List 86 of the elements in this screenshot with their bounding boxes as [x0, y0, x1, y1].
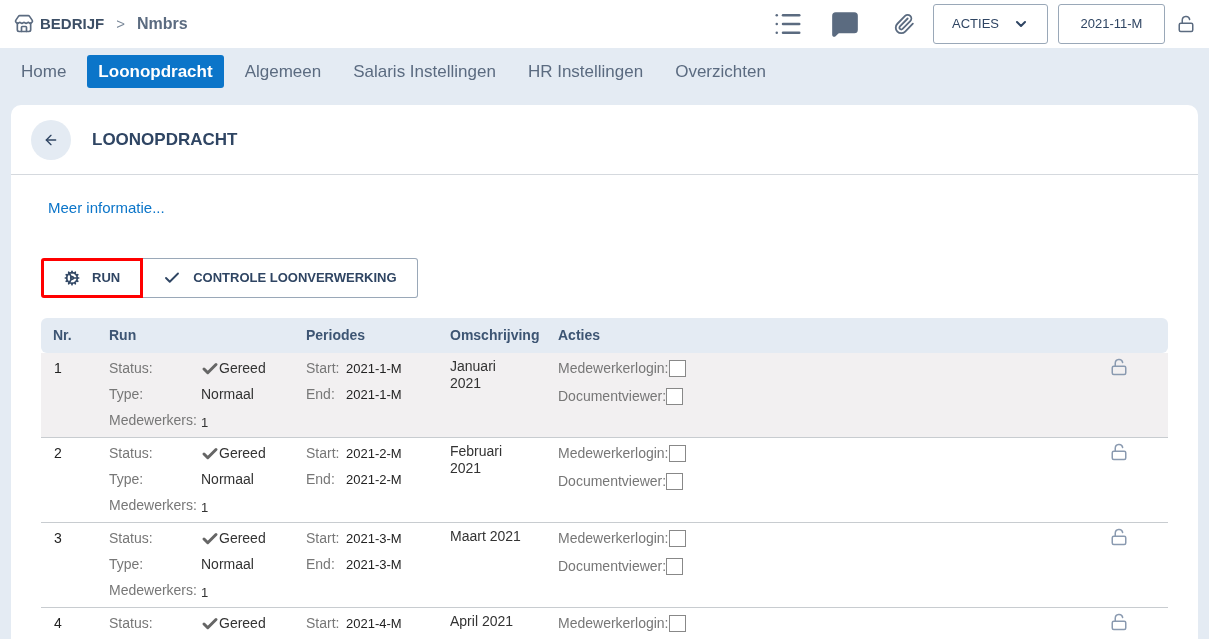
- card-title: LOONOPDRACHT: [92, 128, 238, 151]
- start-label: Start:: [306, 614, 341, 633]
- status-value: Gereed: [219, 444, 266, 463]
- type-label: Type:: [109, 385, 145, 404]
- back-button[interactable]: [31, 119, 71, 160]
- description: Maart 2021: [450, 528, 522, 546]
- checkbox[interactable]: [666, 473, 684, 490]
- checkbox[interactable]: [666, 558, 684, 575]
- status-value: Gereed: [219, 614, 266, 633]
- employees-label: Medewerkers:: [109, 581, 198, 600]
- row-number: 3: [53, 529, 63, 548]
- end-value: 2021-3-M: [346, 556, 403, 574]
- status-label: Status:: [109, 614, 154, 633]
- column-header: Omschrijving: [450, 326, 541, 345]
- row-number: 4: [53, 614, 63, 633]
- end-label: End:: [306, 555, 336, 574]
- start-value: 2021-2-M: [346, 445, 403, 463]
- status-value: Gereed: [219, 359, 266, 378]
- end-value: 2021-1-M: [346, 386, 403, 404]
- lock-icon[interactable]: [1110, 528, 1128, 546]
- status-label: Status:: [109, 529, 154, 548]
- row-number: 1: [53, 359, 63, 378]
- checkbox[interactable]: [668, 530, 686, 547]
- nav-tab[interactable]: Loonopdracht: [87, 54, 224, 89]
- lock-icon[interactable]: [1110, 358, 1128, 376]
- column-header: Periodes: [306, 326, 367, 345]
- period-button[interactable]: 2021-11-M: [1058, 4, 1165, 44]
- nav-tab[interactable]: HR Instellingen: [516, 54, 655, 89]
- type-value: Normaal: [201, 470, 255, 489]
- checkbox[interactable]: [666, 388, 684, 405]
- type-label: Type:: [109, 555, 145, 574]
- start-value: 2021-4-M: [346, 615, 403, 633]
- start-label: Start:: [306, 529, 341, 548]
- check-button[interactable]: CONTROLE LOONVERWERKING: [143, 258, 418, 298]
- nav-tab[interactable]: Overzichten: [664, 54, 777, 89]
- employees-value: 1: [201, 584, 210, 602]
- start-label: Start:: [306, 444, 341, 463]
- nav-tab[interactable]: Salaris Instellingen: [342, 54, 507, 89]
- viewer-label: Documentviewer:: [558, 557, 667, 576]
- viewer-label: Documentviewer:: [558, 387, 667, 406]
- company-name[interactable]: BEDRIJF: [40, 12, 105, 36]
- login-label: Medewerkerlogin:: [558, 359, 669, 378]
- column-header: Run: [109, 326, 138, 345]
- column-header: Nr.: [52, 326, 73, 345]
- lock-icon[interactable]: [1110, 613, 1128, 631]
- run-button[interactable]: RUN: [41, 258, 144, 298]
- status-label: Status:: [109, 359, 154, 378]
- login-label: Medewerkerlogin:: [558, 444, 669, 463]
- end-value: 2021-2-M: [346, 471, 403, 489]
- lock-icon[interactable]: [1110, 443, 1128, 461]
- row-number: 2: [53, 444, 63, 463]
- login-label: Medewerkerlogin:: [558, 614, 669, 633]
- status-label: Status:: [109, 444, 154, 463]
- column-header: Acties: [558, 326, 601, 345]
- actions-button[interactable]: ACTIES: [933, 4, 1048, 44]
- type-label: Type:: [109, 470, 145, 489]
- employees-value: 1: [201, 414, 210, 432]
- start-value: 2021-3-M: [346, 530, 403, 548]
- store-icon: [14, 14, 34, 34]
- end-label: End:: [306, 470, 336, 489]
- description: April 2021: [450, 613, 515, 631]
- start-value: 2021-1-M: [346, 360, 403, 378]
- employees-value: 1: [201, 499, 210, 517]
- employees-label: Medewerkers:: [109, 411, 198, 430]
- description: Februari 2021: [450, 443, 504, 478]
- nav-tab[interactable]: Algemeen: [233, 54, 333, 89]
- breadcrumb-separator: >: [116, 13, 125, 34]
- status-value: Gereed: [219, 529, 266, 548]
- viewer-label: Documentviewer:: [558, 472, 667, 491]
- checkbox[interactable]: [668, 360, 686, 377]
- checkbox[interactable]: [668, 445, 686, 462]
- type-value: Normaal: [201, 555, 255, 574]
- type-value: Normaal: [201, 385, 255, 404]
- checkbox[interactable]: [668, 615, 686, 632]
- info-link[interactable]: Meer informatie...: [48, 199, 165, 216]
- login-label: Medewerkerlogin:: [558, 529, 669, 548]
- nav-tab[interactable]: Home: [10, 54, 78, 89]
- end-label: End:: [306, 385, 336, 404]
- paperclip-icon[interactable]: [893, 13, 915, 35]
- comment-icon[interactable]: [831, 10, 859, 38]
- page-name: Nmbrs: [136, 14, 188, 34]
- description: Januari 2021: [450, 358, 497, 393]
- start-label: Start:: [306, 359, 341, 378]
- table-row[interactable]: 1 Status: Gereed Type: Normaal Medewerkers: 1 Start: 2021-1-M End: 2021-1-M Januari 2021 Medewerkerlogin: Documentviewer:: [41, 353, 1168, 438]
- employees-label: Medewerkers:: [109, 496, 198, 515]
- lock-icon[interactable]: [1177, 15, 1195, 33]
